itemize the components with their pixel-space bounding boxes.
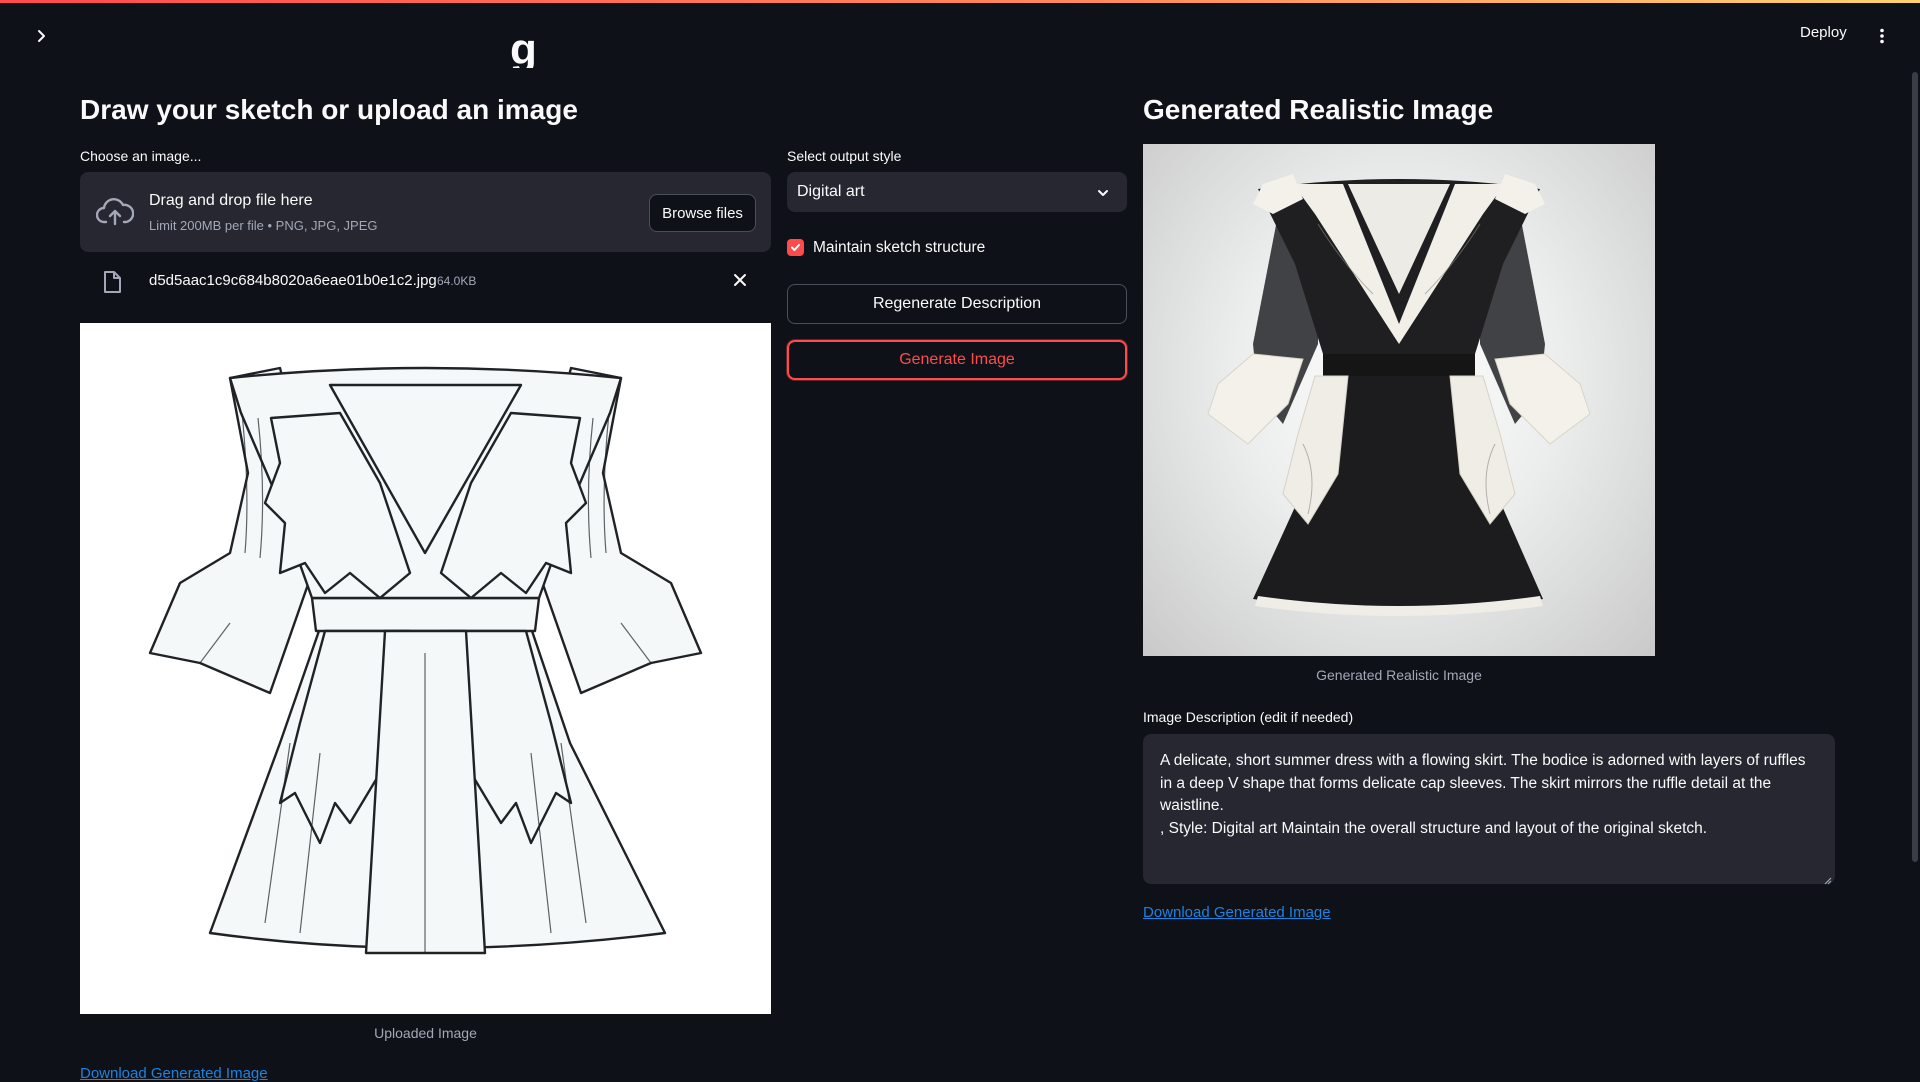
uploaded-file-name: d5d5aac1c9c684b8020a6eae01b0e1c2.jpg xyxy=(149,272,437,289)
cloud-upload-icon xyxy=(95,196,135,233)
output-style-select[interactable]: Digital art xyxy=(787,172,1127,212)
image-description-textarea[interactable]: A delicate, short summer dress with a fl… xyxy=(1143,734,1835,884)
file-icon xyxy=(102,270,122,299)
download-link-left[interactable]: Download Generated Image xyxy=(80,1065,268,1082)
dropzone-limits: Limit 200MB per file • PNG, JPG, JPEG xyxy=(149,218,378,233)
generate-image-button[interactable]: Generate Image xyxy=(787,340,1127,380)
browse-files-button[interactable]: Browse files xyxy=(649,194,756,232)
maintain-structure-label: Maintain sketch structure xyxy=(813,239,986,256)
chevron-right-icon xyxy=(38,30,45,42)
main-menu-button[interactable] xyxy=(1872,24,1892,48)
sidebar-expand-button[interactable] xyxy=(30,24,54,48)
checkbox-checked-icon xyxy=(787,239,804,256)
uploader-label: Choose an image... xyxy=(80,148,202,164)
resize-handle-icon[interactable] xyxy=(1822,872,1832,890)
top-accent-bar xyxy=(0,0,1920,3)
uploaded-image-caption: Uploaded Image xyxy=(374,1025,477,1041)
upload-section-heading: Draw your sketch or upload an image xyxy=(80,94,578,125)
output-style-value: Digital art xyxy=(797,183,865,200)
dress-sketch-drawing xyxy=(148,366,703,955)
generated-dress-image xyxy=(1143,144,1655,656)
description-label: Image Description (edit if needed) xyxy=(1143,709,1354,725)
more-vertical-icon xyxy=(1880,28,1884,44)
close-icon xyxy=(734,274,746,286)
generated-image-caption: Generated Realistic Image xyxy=(1316,667,1482,683)
regenerate-description-button[interactable]: Regenerate Description xyxy=(787,284,1127,324)
uploaded-sketch-image xyxy=(80,323,771,1014)
download-generated-image-link[interactable]: Download Generated Image xyxy=(1143,904,1331,921)
file-dropzone[interactable]: Drag and drop file here Limit 200MB per … xyxy=(80,172,771,252)
dropzone-title: Drag and drop file here xyxy=(149,192,313,209)
page-scrollbar[interactable] xyxy=(1912,72,1918,862)
remove-file-button[interactable] xyxy=(732,272,748,293)
uploaded-file-size: 64.0KB xyxy=(437,274,477,288)
chevron-down-icon xyxy=(1097,186,1109,204)
deploy-button[interactable]: Deploy xyxy=(1800,24,1847,41)
output-style-label: Select output style xyxy=(787,148,902,164)
page-title-fragment: g xyxy=(510,40,537,68)
uploaded-file-row: d5d5aac1c9c684b8020a6eae01b0e1c2.jpg 64.… xyxy=(80,262,771,302)
result-section-heading: Generated Realistic Image xyxy=(1143,94,1494,125)
generated-dress-photo xyxy=(1207,174,1591,616)
